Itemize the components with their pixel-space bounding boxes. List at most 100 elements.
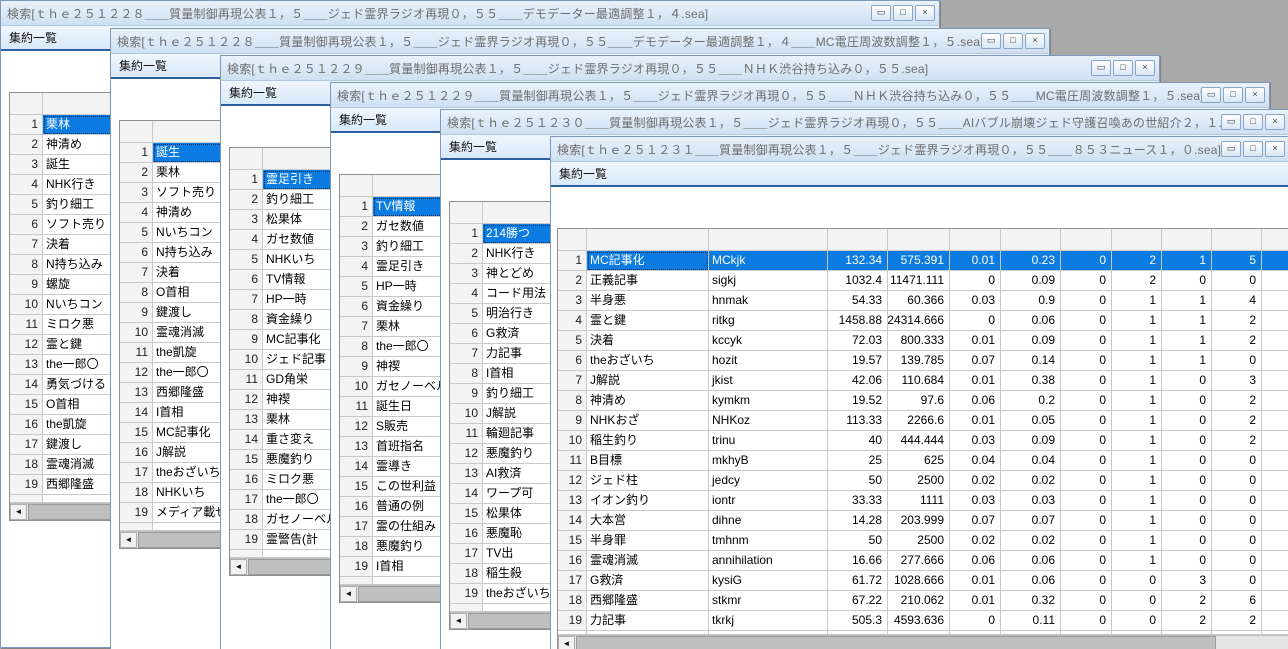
cell-value[interactable]: 0 — [1162, 391, 1212, 411]
close-button[interactable]: × — [1245, 87, 1265, 103]
row-number[interactable]: 16 — [120, 443, 153, 463]
cell-value[interactable]: 0 — [1061, 451, 1112, 471]
cell-value[interactable]: 0 — [1061, 311, 1112, 331]
row-number[interactable]: 16 — [340, 497, 373, 517]
maximize-button[interactable]: □ — [1243, 141, 1263, 157]
row-number[interactable]: 6 — [340, 297, 373, 317]
cell-value[interactable]: 0 — [1212, 571, 1262, 591]
row-number[interactable]: 10 — [340, 377, 373, 397]
cell-value[interactable] — [1262, 571, 1288, 591]
cell-value[interactable]: 0 — [1061, 431, 1112, 451]
row-number[interactable]: 7 — [340, 317, 373, 337]
column-header[interactable] — [950, 229, 1001, 251]
row-number[interactable]: 11 — [558, 451, 587, 471]
cell-value[interactable]: 11471.111 — [888, 271, 950, 291]
cell-value[interactable]: 132.34 — [828, 251, 888, 271]
row-number[interactable]: 11 — [450, 424, 483, 444]
cell-japanese[interactable]: 霊魂消滅 — [587, 551, 709, 571]
cell-value[interactable]: 1458.88 — [828, 311, 888, 331]
cell-value[interactable] — [1262, 291, 1288, 311]
row-number[interactable]: 16 — [10, 415, 43, 435]
row-number[interactable]: 4 — [558, 311, 587, 331]
cell-value[interactable]: 2500 — [888, 531, 950, 551]
row-number[interactable]: 13 — [120, 383, 153, 403]
cell-value[interactable]: 0 — [1212, 511, 1262, 531]
row-number[interactable]: 2 — [230, 190, 263, 210]
row-number[interactable]: 7 — [230, 290, 263, 310]
cell-value[interactable]: 0.03 — [1001, 491, 1061, 511]
cell-value[interactable]: 0.02 — [1001, 531, 1061, 551]
row-number[interactable]: 10 — [558, 431, 587, 451]
cell-value[interactable]: 0 — [1162, 471, 1212, 491]
cell-japanese[interactable]: 力記事 — [587, 611, 709, 631]
cell-value[interactable]: 1 — [1112, 411, 1162, 431]
cell-value[interactable]: 33.33 — [828, 491, 888, 511]
cell-english[interactable]: kysiG — [709, 571, 828, 591]
cell-value[interactable]: 0.01 — [950, 411, 1001, 431]
minimize-button[interactable]: ▭ — [1091, 60, 1111, 76]
row-number[interactable]: 3 — [120, 183, 153, 203]
cell-value[interactable]: 2266.6 — [888, 411, 950, 431]
row-number[interactable]: 7 — [120, 263, 153, 283]
cell-value[interactable]: 113.33 — [828, 411, 888, 431]
cell-english[interactable]: annihilation — [709, 551, 828, 571]
row-number[interactable]: 3 — [230, 210, 263, 230]
cell-value[interactable]: 1 — [1112, 331, 1162, 351]
cell-value[interactable] — [1262, 491, 1288, 511]
cell-value[interactable]: 0 — [1061, 591, 1112, 611]
cell-japanese[interactable]: 西郷隆盛 — [587, 591, 709, 611]
cell-value[interactable]: 16.66 — [828, 551, 888, 571]
cell-english[interactable]: hozit — [709, 351, 828, 371]
cell-value[interactable]: 1 — [1162, 331, 1212, 351]
cell-japanese[interactable]: イオン釣り — [587, 491, 709, 511]
maximize-button[interactable]: □ — [1223, 87, 1243, 103]
cell-value[interactable]: 0.07 — [950, 351, 1001, 371]
cell-value[interactable]: 0.04 — [950, 451, 1001, 471]
row-number[interactable]: 11 — [340, 397, 373, 417]
cell-value[interactable]: 60.366 — [888, 291, 950, 311]
cell-english[interactable]: mkhyB — [709, 451, 828, 471]
column-header[interactable] — [709, 229, 828, 251]
cell-value[interactable]: 0 — [1061, 351, 1112, 371]
cell-value[interactable]: 210.062 — [888, 591, 950, 611]
cell-value[interactable]: 625 — [888, 451, 950, 471]
cell-value[interactable]: 0.03 — [950, 491, 1001, 511]
cell-value[interactable]: 2 — [1212, 611, 1262, 631]
row-number[interactable]: 2 — [340, 217, 373, 237]
row-number[interactable]: 5 — [120, 223, 153, 243]
window-titlebar[interactable]: 検索[ｔｈｅ２５１２３０＿＿質量制御再現公表１，５＿＿ジェド霊界ラジオ再現０，５… — [441, 110, 1288, 135]
minimize-button[interactable]: ▭ — [1221, 141, 1241, 157]
cell-value[interactable]: 2 — [1162, 611, 1212, 631]
cell-value[interactable]: 0.02 — [950, 531, 1001, 551]
row-number[interactable]: 19 — [340, 557, 373, 577]
cell-value[interactable]: 0.06 — [950, 551, 1001, 571]
row-number[interactable]: 2 — [450, 244, 483, 264]
row-number[interactable]: 6 — [558, 351, 587, 371]
cell-english[interactable]: kymkm — [709, 391, 828, 411]
row-number[interactable]: 1 — [340, 197, 373, 217]
cell-value[interactable]: 2 — [1212, 391, 1262, 411]
minimize-button[interactable]: ▭ — [1221, 114, 1241, 130]
cell-value[interactable]: 0 — [1112, 591, 1162, 611]
row-number[interactable]: 18 — [120, 483, 153, 503]
cell-english[interactable]: kccyk — [709, 331, 828, 351]
row-number[interactable]: 8 — [120, 283, 153, 303]
cell-japanese[interactable]: MC記事化 — [587, 251, 709, 271]
cell-value[interactable]: 1 — [1112, 551, 1162, 571]
row-number[interactable]: 19 — [558, 611, 587, 631]
cell-value[interactable] — [1262, 351, 1288, 371]
cell-value[interactable]: 0 — [1162, 491, 1212, 511]
scroll-left-button[interactable]: ◄ — [120, 532, 137, 548]
cell-value[interactable]: 1 — [1162, 311, 1212, 331]
row-number[interactable]: 6 — [230, 270, 263, 290]
cell-japanese[interactable]: B目標 — [587, 451, 709, 471]
row-number[interactable]: 5 — [10, 195, 43, 215]
row-number[interactable]: 5 — [558, 331, 587, 351]
close-button[interactable]: × — [915, 5, 935, 21]
cell-english[interactable]: iontr — [709, 491, 828, 511]
cell-value[interactable]: 0.01 — [950, 251, 1001, 271]
cell-value[interactable]: 0 — [1061, 471, 1112, 491]
column-header[interactable] — [1112, 229, 1162, 251]
cell-value[interactable]: 3 — [1162, 571, 1212, 591]
cell-value[interactable]: 0.03 — [950, 291, 1001, 311]
